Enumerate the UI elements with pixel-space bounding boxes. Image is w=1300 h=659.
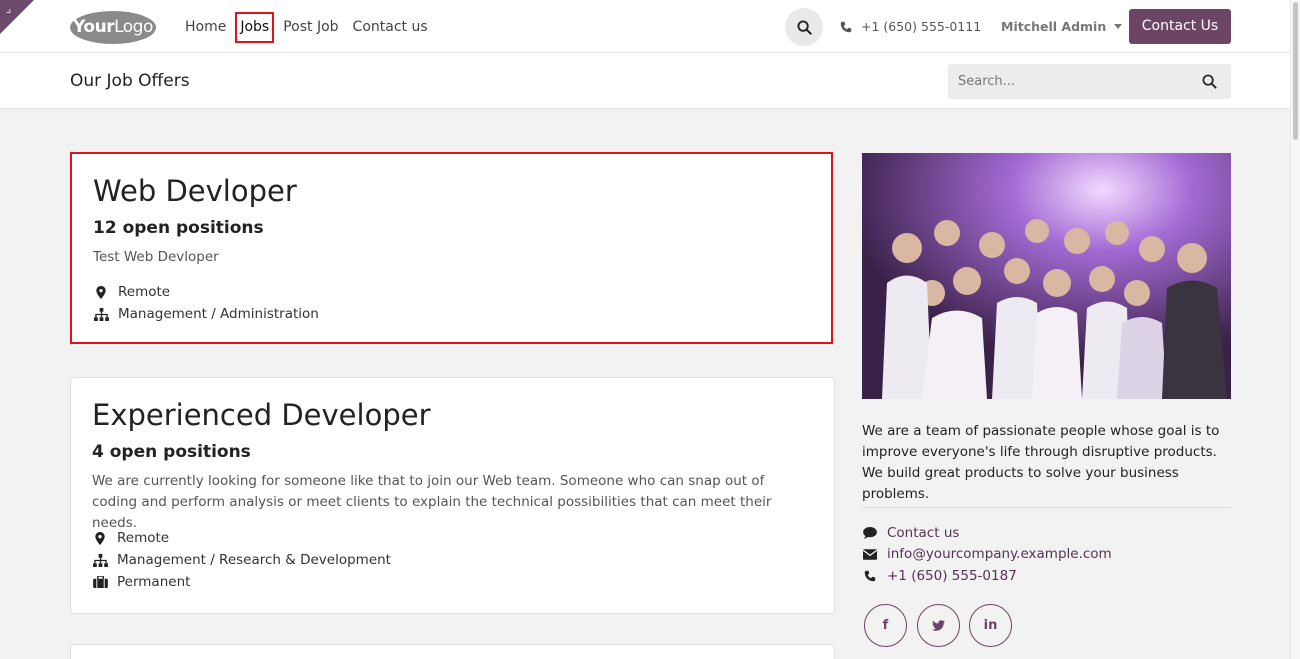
sidebar-phone: +1 (650) 555-0187 (887, 568, 1017, 584)
sidebar-contact-link[interactable]: Contact us (862, 525, 959, 541)
nav-jobs[interactable]: Jobs (235, 12, 275, 43)
job-contract: Permanent (92, 574, 190, 590)
logo-text-bold: Your (73, 17, 115, 37)
page-title: Our Job Offers (70, 71, 190, 91)
job-description: Test Web Devloper (93, 249, 219, 265)
job-department: Management / Research & Development (92, 552, 391, 568)
job-department-text: Management / Research & Development (117, 552, 391, 568)
job-description: We are currently looking for someone lik… (92, 473, 772, 531)
user-menu[interactable]: Mitchell Admin (1001, 19, 1123, 34)
scrollbar-thumb[interactable] (1293, 2, 1298, 140)
briefcase-icon (92, 576, 108, 588)
contact-us-button[interactable]: Contact Us (1129, 9, 1231, 44)
job-contract-text: Permanent (117, 574, 191, 590)
search-submit-button[interactable] (1202, 74, 1217, 93)
job-location: Remote (93, 284, 170, 300)
top-navbar: ⌟ YourLogo Home Jobs Post Job Contact us… (0, 0, 1300, 53)
nav-home[interactable]: Home (178, 10, 233, 45)
sidebar-email-link[interactable]: info@yourcompany.example.com (862, 546, 1112, 562)
search-icon (1202, 74, 1217, 89)
job-location-text: Remote (118, 284, 171, 300)
phone-icon (840, 21, 852, 33)
job-location: Remote (92, 530, 169, 546)
job-department-text: Management / Administration (118, 306, 319, 322)
map-marker-icon (93, 285, 109, 299)
job-open-positions: 4 open positions (92, 442, 251, 462)
user-name: Mitchell Admin (1001, 19, 1107, 34)
job-search-input[interactable] (948, 64, 1188, 99)
main-nav: Home Jobs Post Job Contact us (178, 10, 435, 45)
job-title[interactable]: Web Devloper (93, 174, 297, 208)
comment-icon (862, 527, 878, 539)
page-scrollbar[interactable] (1290, 0, 1300, 659)
team-photo (862, 153, 1231, 399)
map-marker-icon (92, 531, 108, 545)
facebook-icon: f (882, 618, 889, 633)
chevron-down-icon (1114, 24, 1123, 29)
job-title[interactable]: Experienced Developer (92, 398, 431, 432)
site-logo[interactable]: YourLogo (70, 11, 156, 44)
jobs-subheader: Our Job Offers (0, 53, 1300, 109)
sitemap-icon (93, 307, 109, 321)
job-department: Management / Administration (93, 306, 319, 322)
header-phone[interactable]: +1 (650) 555-0111 (840, 19, 981, 34)
nav-contact-us[interactable]: Contact us (346, 10, 435, 45)
sitemap-icon (92, 553, 108, 567)
sidebar-divider (862, 507, 1231, 508)
twitter-icon (932, 620, 945, 631)
phone-icon (862, 570, 878, 582)
job-card-experienced-developer[interactable]: Experienced Developer 4 open positions W… (70, 377, 835, 614)
facebook-button[interactable]: f (864, 604, 907, 647)
linkedin-icon: in (983, 618, 998, 633)
about-text: We are a team of passionate people whose… (862, 423, 1220, 502)
collapse-corner-icon[interactable]: ⌟ (6, 3, 11, 14)
header-search-button[interactable] (785, 8, 823, 46)
search-icon (796, 19, 812, 35)
sidebar-phone-link[interactable]: +1 (650) 555-0187 (862, 568, 1017, 584)
sidebar-email: info@yourcompany.example.com (887, 546, 1112, 562)
logo-text-light: Logo (114, 17, 153, 37)
header-phone-text: +1 (650) 555-0111 (861, 19, 982, 34)
job-open-positions: 12 open positions (93, 218, 264, 238)
sidebar-contact-label: Contact us (887, 525, 960, 541)
twitter-button[interactable] (917, 604, 960, 647)
job-location-text: Remote (117, 530, 170, 546)
linkedin-button[interactable]: in (969, 604, 1012, 647)
envelope-icon (862, 548, 878, 560)
nav-post-job[interactable]: Post Job (276, 10, 345, 45)
job-search (948, 64, 1231, 99)
job-card-web-devloper[interactable]: Web Devloper 12 open positions Test Web … (70, 152, 833, 344)
job-card-partial[interactable] (70, 644, 835, 659)
